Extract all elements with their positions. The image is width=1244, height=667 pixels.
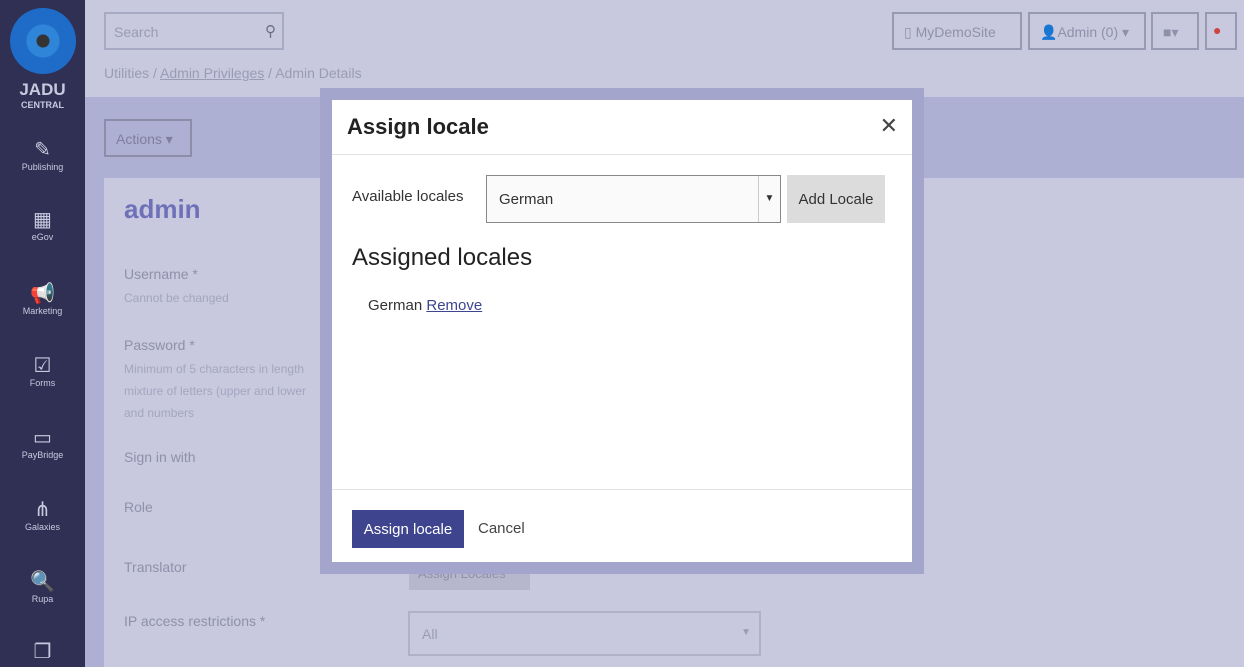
assigned-locales-heading: Assigned locales (352, 244, 533, 271)
password-hint-2: mixture of letters (upper and lower (124, 384, 307, 398)
search-placeholder: Search (114, 24, 159, 40)
nav-label: Galaxies (24, 522, 60, 532)
brand-bottom: CENTRAL (21, 100, 64, 110)
sidebar-item-egov[interactable]: ▦ eGov (0, 208, 85, 242)
search-icon: 🔍 (30, 571, 55, 593)
jadu-logo[interactable] (10, 8, 76, 74)
crumb-admin-privileges[interactable]: Admin Privileges (160, 65, 264, 81)
locale-name: German (368, 297, 423, 314)
password-label: Password * (124, 337, 195, 353)
password-hint-1: Minimum of 5 characters in length (124, 362, 305, 376)
sign-in-label: Sign in with (124, 449, 196, 465)
role-label: Role (124, 499, 153, 515)
available-locales-label: Available locales (352, 188, 464, 205)
assign-locale-modal: Assign locale ✕ Available locales German… (332, 100, 912, 562)
translator-label: Translator (124, 559, 187, 575)
crumb-utilities[interactable]: Utilities (104, 65, 149, 81)
chevron-down-icon: ▼ (741, 627, 751, 638)
modal-footer: Assign locale Cancel (332, 489, 912, 562)
username-hint: Cannot be changed (124, 291, 229, 305)
sidebar-item-galaxies[interactable]: ⋔ Galaxies (0, 498, 85, 532)
actions-label: Actions (116, 131, 162, 147)
nav-label: PayBridge (21, 450, 64, 460)
sidebar-item-files[interactable]: ❐ (0, 640, 85, 664)
sitemap-icon: ⋔ (34, 499, 51, 521)
sidebar: JADU CENTRAL ✎ Publishing ▦ eGov 📢 Marketin… (0, 0, 85, 667)
chevron-down-icon: ▼ (758, 176, 780, 222)
username-label: Username * (124, 266, 198, 282)
user-menu-button[interactable]: 👤Admin (0) ▾ (1028, 12, 1146, 50)
list-item: German Remove (368, 297, 482, 314)
notification-icon: ● (1213, 22, 1222, 38)
crumb-admin-details: Admin Details (275, 65, 362, 81)
apps-menu-button[interactable]: ■▾ (1151, 12, 1199, 50)
notifications-button[interactable]: ● (1205, 12, 1237, 50)
card-icon: ▭ (33, 427, 52, 449)
remove-link[interactable]: Remove (426, 297, 482, 314)
password-hint-3: and numbers (124, 406, 195, 420)
sidebar-item-forms[interactable]: ☑ Forms (0, 354, 85, 388)
megaphone-icon: 📢 (30, 283, 55, 305)
building-icon: ▦ (33, 209, 52, 231)
nav-label: Publishing (21, 162, 64, 172)
add-locale-button[interactable]: Add Locale (787, 175, 885, 223)
apps-icon: ■▾ (1163, 24, 1179, 40)
site-label: MyDemoSite (915, 24, 996, 40)
sidebar-item-paybridge[interactable]: ▭ PayBridge (0, 426, 85, 460)
nav-label: eGov (31, 232, 54, 242)
close-icon[interactable]: ✕ (880, 113, 898, 139)
nav-label: Marketing (22, 306, 63, 316)
user-icon: 👤 (1040, 24, 1058, 40)
site-icon: ▯ (904, 24, 916, 40)
files-icon: ❐ (33, 641, 52, 663)
sidebar-item-marketing[interactable]: 📢 Marketing (0, 282, 85, 316)
selected-locale: German (499, 191, 554, 208)
assign-locale-button[interactable]: Assign locale (352, 510, 464, 548)
nav-label: Forms (29, 378, 56, 388)
search-input[interactable]: Search ⚲ (104, 12, 284, 50)
clipboard-icon: ☑ (33, 355, 52, 377)
ip-value: All (422, 626, 438, 642)
search-icon[interactable]: ⚲ (265, 22, 276, 40)
ip-label: IP access restrictions * (124, 613, 266, 629)
modal-title: Assign locale (347, 114, 489, 139)
ip-select[interactable]: All ▼ (408, 611, 761, 656)
modal-header: Assign locale (332, 100, 912, 155)
pencil-icon: ✎ (34, 139, 51, 161)
sidebar-item-rupa[interactable]: 🔍 Rupa (0, 570, 85, 604)
page-title: admin (124, 194, 201, 224)
site-button[interactable]: ▯ MyDemoSite (892, 12, 1022, 50)
breadcrumb: Utilities / Admin Privileges / Admin Det… (104, 65, 362, 81)
cancel-button[interactable]: Cancel (478, 520, 525, 537)
brand-top: JADU (19, 80, 66, 99)
available-locales-select[interactable]: German ▼ (486, 175, 781, 223)
actions-button[interactable]: Actions ▾ (104, 119, 192, 157)
nav-label: Rupa (31, 594, 54, 604)
user-label: Admin (0) (1057, 24, 1119, 40)
sidebar-item-publishing[interactable]: ✎ Publishing (0, 138, 85, 172)
